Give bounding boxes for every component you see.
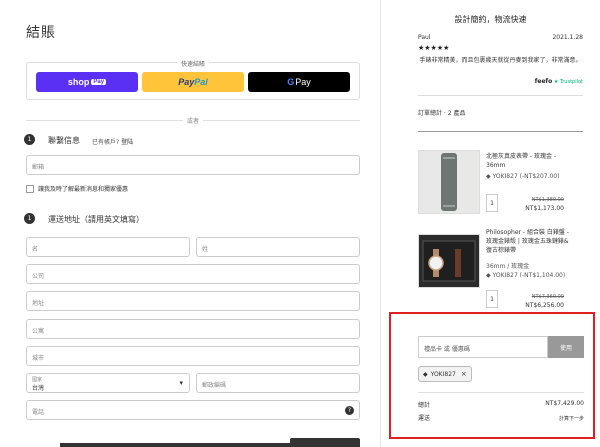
shipping-title: 運送地址（請用英文填寫） (48, 215, 144, 224)
trustpilot-logo: ★ Trustpilot (553, 79, 583, 85)
gpay-label: Pay (295, 77, 311, 87)
newsletter-row[interactable]: 讓我及時了解最新消息和獨家優惠 (26, 184, 128, 193)
item2-quantity[interactable]: 1 (486, 290, 498, 308)
item1-discount: ◆ YOKI827 (-NT$207.00) (486, 173, 566, 181)
checkout-main-panel: 結賬 快速結賬 shop Pay Pay Pal G Pay 或者 1 聯繫信息 已有… (0, 0, 380, 447)
tag-icon: ◆ (486, 272, 491, 279)
shoppay-label: shop (67, 77, 90, 87)
country-select[interactable]: 國家 台灣 ▾ (26, 373, 190, 393)
item2-price-new: NT$6,256.00 (525, 302, 564, 309)
feefo-logo: feefo (534, 78, 553, 85)
item2-code: YOKI827 (-NT$1,104.00) (492, 272, 566, 279)
shipping-label: 運送 (418, 415, 431, 422)
or-label: 或者 (182, 118, 203, 125)
item1-quantity[interactable]: 1 (486, 194, 498, 212)
last-name-field[interactable]: 姓 (196, 237, 360, 257)
contact-login-prompt: 已有帳戶? 登陆 (92, 137, 133, 146)
first-name-field[interactable]: 名 (26, 237, 190, 257)
paypal-pal: Pal (194, 77, 208, 87)
email-placeholder: 郵箱 (32, 164, 45, 171)
phone-field[interactable]: 電話 ? (26, 400, 360, 420)
continue-button[interactable] (290, 438, 360, 447)
item2-discount: ◆ YOKI827 (-NT$1,104.00) (486, 272, 566, 280)
bottom-bar (60, 443, 300, 447)
page-title: 結賬 (26, 25, 56, 41)
gift-card-placeholder: 禮品卡 或 優惠碼 (424, 346, 470, 353)
login-link[interactable]: 登陆 (121, 139, 133, 146)
email-field[interactable]: 郵箱 (26, 155, 360, 175)
coupon-chip: ◆ YOKI827 × (418, 366, 472, 382)
first-name-placeholder: 名 (32, 246, 39, 253)
strap-illustration (441, 153, 457, 211)
paypal-pay: Pay (178, 77, 195, 87)
subtotal-label: 總計 (418, 402, 431, 409)
summary-divider (418, 392, 584, 393)
contact-step-number: 1 (24, 134, 35, 145)
newsletter-label: 讓我及時了解最新消息和獨家優惠 (38, 186, 129, 193)
last-name-placeholder: 姓 (202, 246, 209, 253)
country-value: 台灣 (32, 385, 45, 392)
review-date: 2021.1.28 (552, 34, 583, 41)
shoppay-button[interactable]: shop Pay (36, 72, 138, 92)
item2-price-old: NT$7,360.00 (531, 294, 564, 300)
product-image-set (418, 234, 480, 288)
address-placeholder: 地址 (32, 300, 45, 307)
paypal-button[interactable]: Pay Pal (142, 72, 244, 92)
review-stars-icon: ★★★★★ (418, 44, 450, 52)
tag-icon: ◆ (486, 173, 491, 180)
item2-name: Philosopher - 組合裝 白錶盤 - 玫瑰金錶殼 | 玫瑰金五珠鏈錶&… (486, 229, 569, 254)
item1-code: YOKI827 (-NT$207.00) (492, 173, 560, 180)
postal-code-placeholder: 郵政編碼 (202, 382, 227, 389)
phone-placeholder: 電話 (32, 409, 45, 416)
contact-title: 聯繫信息 (48, 136, 80, 145)
address-field[interactable]: 地址 (26, 291, 360, 311)
review-author: Paul (418, 34, 431, 41)
apply-button[interactable]: 使用 (548, 336, 584, 358)
chevron-down-icon: ▾ (179, 379, 183, 387)
watch-set-illustration (422, 240, 476, 282)
google-pay-button[interactable]: G Pay (248, 72, 350, 92)
postal-code-field[interactable]: 郵政編碼 (196, 373, 360, 393)
or-divider: 或者 (26, 118, 360, 125)
cart-total-label: 訂單總計 · 2 產品 (418, 110, 466, 117)
tagline: 設計簡約，物流快速 (454, 15, 527, 24)
google-g-icon: G (287, 77, 295, 87)
company-placeholder: 公司 (32, 273, 45, 280)
country-label: 國家 (32, 377, 43, 383)
review-text: 手錶非常精美，而且包裹幾天就從丹麥到我家了，非常滿意。 (419, 57, 582, 64)
coupon-code: YOKI827 (430, 370, 456, 378)
product-image-strap (418, 150, 480, 214)
gift-card-row: 禮品卡 或 優惠碼 使用 (418, 336, 584, 358)
apartment-field[interactable]: 公寓 (26, 319, 360, 339)
help-icon[interactable]: ? (345, 406, 354, 415)
gift-card-input[interactable]: 禮品卡 或 優惠碼 (418, 336, 548, 358)
item1-price-old: NT$1,380.00 (531, 197, 564, 203)
shipping-step-number: 1 (24, 213, 35, 224)
remove-coupon-icon[interactable]: × (461, 370, 467, 378)
cart-divider (418, 131, 583, 132)
has-account-text: 已有帳戶? (92, 139, 120, 146)
shoppay-tag: Pay (91, 79, 107, 85)
apartment-placeholder: 公寓 (32, 328, 45, 335)
subtotal-value: NT$7,429.00 (545, 400, 584, 407)
city-field[interactable]: 城市 (26, 346, 360, 366)
newsletter-checkbox[interactable] (26, 184, 34, 193)
item2-variant: 36mm / 玫瑰金 (486, 263, 530, 270)
city-placeholder: 城市 (32, 355, 45, 362)
item1-price-new: NT$1,173.00 (525, 205, 564, 212)
tag-icon: ◆ (423, 370, 428, 378)
customer-review: Paul 2021.1.28 ★★★★★ 手錶非常精美，而且包裹幾天就從丹麥到我… (418, 34, 583, 96)
item1-name: 北極灰真皮表帶 - 玫瑰金 - 36mm (486, 153, 557, 169)
company-field[interactable]: 公司 (26, 264, 360, 284)
express-checkout-label: 快速結賬 (176, 61, 209, 68)
review-source: feefo ★ Trustpilot (535, 78, 583, 85)
shipping-value: 計算下一步 (558, 416, 584, 422)
